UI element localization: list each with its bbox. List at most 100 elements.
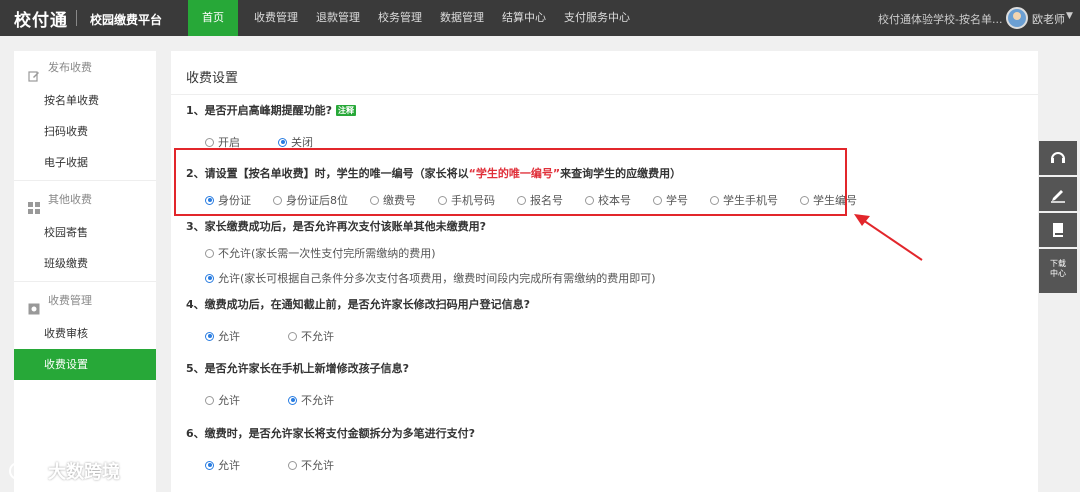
radio-button[interactable] — [205, 273, 214, 283]
radio-option[interactable]: 身份证 — [205, 192, 251, 208]
radio-button[interactable] — [205, 248, 214, 258]
sidebar-item-consignment[interactable]: 校园寄售 — [14, 217, 156, 248]
top-nav-bar: 校付通 校园缴费平台 首页 收费管理 退款管理 校务管理 数据管理 结算中心 支… — [0, 0, 1080, 36]
nav-settlement-center[interactable]: 结算中心 — [496, 0, 552, 36]
customer-service-button[interactable] — [1039, 141, 1077, 175]
book-icon — [1053, 223, 1063, 237]
radio-button[interactable] — [438, 195, 447, 205]
sidebar-item-scan-fee[interactable]: 扫码收费 — [14, 116, 156, 147]
radio-option[interactable]: 校本号 — [585, 192, 631, 208]
grid-icon — [28, 194, 40, 214]
docs-button[interactable] — [1039, 213, 1077, 247]
radio-option[interactable]: 学号 — [653, 192, 688, 208]
question-4-options: 允许 不允许 — [205, 328, 356, 344]
sidebar-item-fee-review[interactable]: 收费审核 — [14, 318, 156, 349]
logo[interactable]: 校付通 — [14, 6, 68, 31]
question-2: 2、请设置【按名单收费】时，学生的唯一编号（家长将以“学生的唯一编号”来查询学生… — [186, 165, 681, 181]
download-center-label: 下载中心 — [1050, 259, 1066, 278]
sidebar-group-other: 其他收费 — [14, 183, 156, 217]
option-label: 缴费号 — [383, 194, 416, 207]
nav-refund-management[interactable]: 退款管理 — [310, 0, 366, 36]
chevron-down-icon[interactable]: ▼ — [1066, 11, 1073, 21]
option-label: 不允许 — [301, 459, 334, 472]
watermark-text: 大数跨境 — [48, 462, 120, 483]
radio-button[interactable] — [585, 195, 594, 205]
nav-data-management[interactable]: 数据管理 — [434, 0, 490, 36]
school-name[interactable]: 校付通体验学校-按名单... — [878, 11, 1002, 27]
radio-option[interactable]: 不允许(家长需一次性支付完所需缴纳的费用) — [205, 245, 436, 261]
radio-button[interactable] — [205, 460, 214, 470]
sidebar-item-class-fee[interactable]: 班级缴费 — [14, 248, 156, 279]
option-label: 允许(家长可根据自己条件分多次支付各项费用，缴费时间段内完成所有需缴纳的费用即可… — [218, 272, 656, 285]
radio-option[interactable]: 不允许 — [288, 328, 334, 344]
radio-button[interactable] — [288, 331, 297, 341]
sidebar-divider — [14, 281, 156, 282]
question-text: 3、家长缴费成功后，是否允许再次支付该账单其他未缴费用? — [186, 220, 487, 233]
radio-button[interactable] — [710, 195, 719, 205]
radio-button[interactable] — [205, 395, 214, 405]
question-text: 4、缴费成功后，在通知截止前，是否允许家长修改扫码用户登记信息? — [186, 298, 531, 311]
radio-button[interactable] — [205, 331, 214, 341]
radio-button[interactable] — [273, 195, 282, 205]
sidebar-item-roster-fee[interactable]: 按名单收费 — [14, 85, 156, 116]
question-1-options: 开启 关闭 — [205, 134, 335, 150]
option-label: 身份证后8位 — [286, 194, 348, 207]
question-3: 3、家长缴费成功后，是否允许再次支付该账单其他未缴费用? — [186, 218, 486, 234]
question-2-options: 身份证 身份证后8位 缴费号 手机号码 报名号 校本号 学号 学生手机号 学生编… — [205, 192, 879, 208]
radio-button[interactable] — [205, 137, 214, 147]
option-label: 不允许 — [301, 394, 334, 407]
question-5-options: 允许 不允许 — [205, 392, 356, 408]
avatar[interactable] — [1006, 7, 1028, 29]
main-nav: 首页 收费管理 退款管理 校务管理 数据管理 结算中心 支付服务中心 — [188, 0, 642, 36]
radio-option[interactable]: 缴费号 — [370, 192, 416, 208]
radio-button[interactable] — [653, 195, 662, 205]
radio-button[interactable] — [205, 195, 214, 205]
sidebar-item-fee-settings[interactable]: 收费设置 — [14, 349, 156, 380]
radio-option[interactable]: 允许 — [205, 392, 240, 408]
option-label: 报名号 — [530, 194, 563, 207]
radio-button[interactable] — [288, 395, 297, 405]
radio-option[interactable]: 允许 — [205, 328, 240, 344]
right-toolbar: 下载中心 — [1039, 141, 1080, 295]
question-text: 来查询学生的应缴费用） — [560, 167, 682, 180]
nav-payment-service[interactable]: 支付服务中心 — [558, 0, 636, 36]
sidebar-item-e-receipt[interactable]: 电子收据 — [14, 147, 156, 178]
radio-option[interactable]: 不允许 — [288, 457, 334, 473]
download-center-button[interactable]: 下载中心 — [1039, 249, 1077, 293]
radio-option[interactable]: 关闭 — [278, 134, 313, 150]
radio-button[interactable] — [288, 460, 297, 470]
radio-option[interactable]: 不允许 — [288, 392, 334, 408]
option-label: 手机号码 — [451, 194, 495, 207]
question-highlight: “学生的唯一编号” — [468, 167, 561, 180]
radio-button[interactable] — [800, 195, 809, 205]
radio-button[interactable] — [517, 195, 526, 205]
radio-option[interactable]: 手机号码 — [438, 192, 495, 208]
option-label: 学号 — [666, 194, 688, 207]
question-3-options: 允许(家长可根据自己条件分多次支付各项费用，缴费时间段内完成所有需缴纳的费用即可… — [205, 270, 678, 286]
sidebar: 发布收费 按名单收费 扫码收费 电子收据 其他收费 校园寄售 班级缴费 收费管理… — [14, 51, 156, 492]
username[interactable]: 欧老师 — [1032, 11, 1065, 27]
settings-box-icon — [28, 295, 40, 315]
pencil-icon — [1051, 190, 1065, 203]
nav-home[interactable]: 首页 — [188, 0, 238, 36]
logo-divider — [76, 10, 77, 26]
radio-button[interactable] — [370, 195, 379, 205]
radio-option[interactable]: 学生手机号 — [710, 192, 778, 208]
nav-school-affairs[interactable]: 校务管理 — [372, 0, 428, 36]
radio-option[interactable]: 允许 — [205, 457, 240, 473]
radio-option[interactable]: 报名号 — [517, 192, 563, 208]
nav-fee-management[interactable]: 收费管理 — [248, 0, 304, 36]
radio-option[interactable]: 开启 — [205, 134, 240, 150]
radio-option[interactable]: 学生编号 — [800, 192, 857, 208]
sidebar-group-label: 其他收费 — [48, 193, 92, 206]
radio-button[interactable] — [278, 137, 287, 147]
note-tag[interactable]: 注释 — [336, 105, 357, 116]
radio-option[interactable]: 允许(家长可根据自己条件分多次支付各项费用，缴费时间段内完成所有需缴纳的费用即可… — [205, 270, 656, 286]
option-label: 学生编号 — [813, 194, 857, 207]
question-1: 1、是否开启高峰期提醒功能? 注释 — [186, 102, 357, 118]
question-text: 2、请设置【按名单收费】时，学生的唯一编号（家长将以 — [186, 167, 469, 180]
option-label: 允许 — [218, 330, 240, 343]
radio-option[interactable]: 身份证后8位 — [273, 192, 348, 208]
sidebar-group-manage: 收费管理 — [14, 284, 156, 318]
feedback-button[interactable] — [1039, 177, 1077, 211]
